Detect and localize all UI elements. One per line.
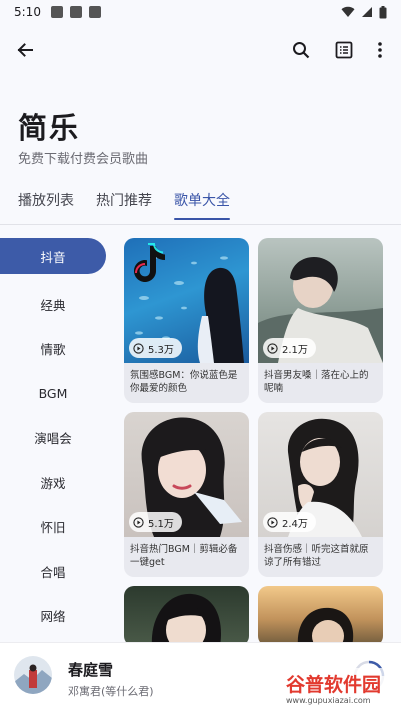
- play-count: 2.1万: [282, 344, 308, 356]
- cover-art: [14, 656, 52, 694]
- wifi-icon: [341, 6, 355, 18]
- battery-icon: [379, 5, 387, 18]
- list-icon: [335, 41, 353, 59]
- category-item[interactable]: 抖音: [0, 238, 106, 274]
- top-app-bar: [0, 30, 401, 70]
- playlist-cover: 5.3万: [124, 238, 249, 363]
- search-button[interactable]: [287, 36, 315, 64]
- playlist-cover: 2.1万: [258, 238, 383, 363]
- notification-icon: [69, 6, 82, 18]
- tab-divider: [0, 224, 401, 225]
- category-item[interactable]: 网络: [0, 594, 106, 639]
- play-circle-icon: [133, 516, 144, 528]
- play-count: 5.1万: [148, 518, 174, 530]
- notification-icon: [88, 6, 101, 18]
- play-count-badge: 2.1万: [263, 338, 316, 358]
- category-item[interactable]: 合唱: [0, 549, 106, 594]
- back-arrow-icon: [17, 43, 33, 57]
- tab-bar: 播放列表 热门推荐 歌单大全: [18, 190, 252, 220]
- site-watermark: 谷普软件园 www.gupuxiazai.com: [282, 668, 400, 710]
- playlist-cover: 5.1万: [124, 412, 249, 537]
- status-bar: 5:10: [0, 0, 401, 24]
- notification-icon: [50, 6, 63, 18]
- playlist-title: 抖音伤感｜听完这首就原谅了所有错过: [264, 544, 369, 568]
- playlist-cover: 2.4万: [258, 412, 383, 537]
- playlist-card[interactable]: 5.1万 抖音热门BGM｜剪辑必备一键get: [124, 412, 249, 577]
- now-playing-artist: 邓寓君(等什么君): [68, 685, 154, 698]
- playlist-card[interactable]: [124, 586, 249, 646]
- watermark-url: www.gupuxiazai.com: [286, 696, 371, 705]
- playlist-title: 氛围感BGM：你说蓝色是你最爱的颜色: [130, 370, 238, 394]
- category-item[interactable]: 游戏: [0, 460, 106, 505]
- list-button[interactable]: [330, 36, 358, 64]
- signal-icon: [362, 7, 372, 17]
- watermark-logo-text: 谷普软件园: [286, 674, 382, 696]
- app-title: 简乐: [18, 111, 81, 145]
- back-button[interactable]: [11, 36, 39, 64]
- play-count-badge: 5.3万: [129, 338, 182, 358]
- category-item[interactable]: BGM: [0, 371, 106, 416]
- tab-hot-recommend[interactable]: 热门推荐: [96, 190, 152, 220]
- playlist-title: 抖音热门BGM｜剪辑必备一键get: [130, 544, 238, 568]
- playlist-card[interactable]: 2.4万 抖音伤感｜听完这首就原谅了所有错过: [258, 412, 383, 577]
- play-count: 5.3万: [148, 344, 174, 356]
- cover-art: [297, 607, 354, 646]
- play-circle-icon: [267, 516, 278, 528]
- cover-art: [151, 593, 221, 646]
- playlist-card[interactable]: [258, 586, 383, 646]
- play-count-badge: 5.1万: [129, 512, 182, 532]
- app-subtitle: 免费下载付费会员歌曲: [18, 152, 149, 167]
- category-sidebar: 抖音 经典 情歌 BGM 演唱会 游戏 怀旧 合唱 网络: [0, 238, 110, 638]
- tab-playlist-collection[interactable]: 歌单大全: [174, 190, 230, 220]
- search-icon: [293, 42, 310, 59]
- category-item[interactable]: 情歌: [0, 327, 106, 372]
- category-item[interactable]: 怀旧: [0, 505, 106, 550]
- play-circle-icon: [267, 342, 278, 354]
- playlist-title: 抖音男友嗓｜落在心上的呢喃: [264, 370, 369, 394]
- more-button[interactable]: [366, 36, 394, 64]
- now-playing-cover: [14, 656, 52, 694]
- category-item[interactable]: 经典: [0, 282, 106, 327]
- play-circle-icon: [133, 342, 144, 354]
- playlist-card[interactable]: 2.1万 抖音男友嗓｜落在心上的呢喃: [258, 238, 383, 403]
- status-time: 5:10: [14, 5, 41, 19]
- tab-playlist[interactable]: 播放列表: [18, 190, 74, 220]
- now-playing-title: 春庭雪: [68, 661, 114, 679]
- playlist-cover: [258, 586, 383, 646]
- playlist-card[interactable]: 5.3万 氛围感BGM：你说蓝色是你最爱的颜色: [124, 238, 249, 403]
- playlist-cover: [124, 586, 249, 646]
- play-count: 2.4万: [282, 518, 308, 530]
- category-item[interactable]: 演唱会: [0, 416, 106, 461]
- more-vert-icon: [378, 42, 382, 58]
- play-count-badge: 2.4万: [263, 512, 316, 532]
